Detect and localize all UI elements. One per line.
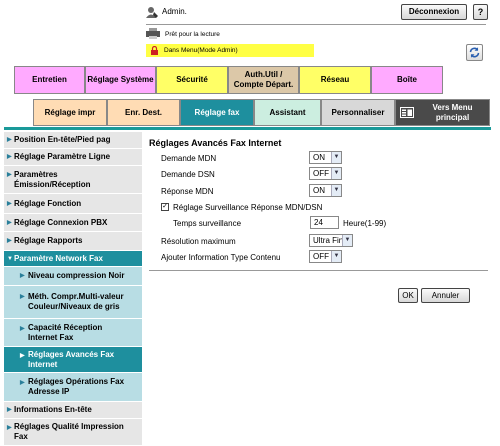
mdn-request-label: Demande MDN	[161, 154, 217, 163]
admin-mode-text: Dans Menu(Mode Admin)	[164, 47, 238, 54]
sidebar-item-function[interactable]: ▶ Réglage Fonction	[4, 194, 142, 214]
tab-main-menu[interactable]: Vers Menu principal	[395, 99, 490, 126]
tab-security[interactable]: Sécurité	[156, 66, 228, 94]
logout-button[interactable]: Déconnexion	[401, 4, 467, 20]
sidebar-subitem-multivalue[interactable]: ▶ Méth. Compr.Multi-valeur Couleur/Niveau…	[4, 286, 142, 319]
admin-mode-banner: Dans Menu(Mode Admin)	[146, 44, 314, 57]
arrow-right-icon: ▶	[7, 425, 12, 431]
tab-customize[interactable]: Personnaliser	[321, 99, 395, 126]
tab-store-address[interactable]: Enr. Dest.	[107, 99, 180, 126]
header-divider	[146, 24, 486, 25]
chevron-down-icon: ▼	[331, 251, 341, 262]
resolution-select[interactable]: Ultra Fin ▼	[309, 234, 353, 247]
sidebar-item-reports[interactable]: ▶ Réglage Rapports	[4, 232, 142, 251]
sidebar-subitem-rx-capacity[interactable]: ▶ Capacité Réception Internet Fax	[4, 319, 142, 347]
sidebar-subitem-compression[interactable]: ▶ Niveau compression Noir	[4, 267, 142, 286]
printer-icon	[146, 28, 160, 39]
status-text: Prêt pour la lecture	[165, 31, 220, 38]
tab-network[interactable]: Réseau	[299, 66, 371, 94]
mdn-request-select[interactable]: ON ▼	[309, 151, 342, 164]
arrow-right-icon: ▶	[7, 137, 12, 143]
menu-icon	[400, 107, 414, 118]
arrow-right-icon: ▶	[20, 380, 25, 386]
admin-user-icon	[146, 7, 158, 18]
sidebar-item-header-footer[interactable]: ▶ Position En-tête/Pied pag	[4, 132, 142, 149]
mdn-response-label: Réponse MDN	[161, 187, 214, 196]
timeout-label: Temps surveillance	[173, 219, 242, 228]
content-type-label: Ajouter Information Type Contenu	[161, 253, 281, 262]
chevron-down-icon: ▼	[331, 185, 341, 196]
sidebar-subitem-advanced[interactable]: ▶ Réglages Avancés Fax Internet	[4, 347, 142, 373]
chevron-down-icon: ▼	[331, 152, 341, 163]
timeout-input[interactable]: 24	[310, 216, 339, 229]
arrow-right-icon: ▶	[7, 238, 12, 244]
arrow-right-icon: ▶	[7, 407, 12, 413]
arrow-down-icon: ▼	[7, 255, 13, 262]
timeout-unit: Heure(1-99)	[343, 219, 387, 228]
sidebar-item-line-settings[interactable]: ▶ Réglage Paramètre Ligne	[4, 149, 142, 166]
sidebar-item-print-quality[interactable]: ▶ Réglages Qualité Impression Fax	[4, 419, 142, 446]
chevron-down-icon: ▼	[331, 168, 341, 179]
arrow-right-icon: ▶	[20, 273, 25, 279]
lock-icon	[151, 46, 158, 55]
sidebar-item-tx-rx[interactable]: ▶ Paramètres Émission/Réception	[4, 166, 142, 194]
tab-wizard[interactable]: Assistant	[254, 99, 321, 126]
tab-underline	[4, 127, 491, 130]
content-type-select[interactable]: OFF ▼	[309, 250, 342, 263]
monitoring-label: Réglage Surveillance Réponse MDN/DSN	[173, 203, 323, 212]
tab-user-auth[interactable]: Auth.Util / Compte Départ.	[228, 66, 299, 94]
sidebar: ▶ Position En-tête/Pied pag ▶ Réglage Para…	[4, 132, 142, 446]
content-divider	[149, 270, 488, 271]
dsn-request-select[interactable]: OFF ▼	[309, 167, 342, 180]
dsn-request-label: Demande DSN	[161, 170, 215, 179]
ok-button[interactable]: OK	[398, 288, 418, 303]
mdn-response-select[interactable]: ON ▼	[309, 184, 342, 197]
monitoring-checkbox[interactable]: ✓	[161, 203, 169, 211]
sidebar-item-network-fax[interactable]: ▼ Paramètre Network Fax	[4, 251, 142, 267]
arrow-right-icon: ▶	[20, 353, 25, 359]
sidebar-subitem-ip-fax[interactable]: ▶ Réglages Opérations Fax Adresse IP	[4, 373, 142, 402]
refresh-icon	[469, 47, 480, 58]
page-title: Réglages Avancés Fax Internet	[149, 138, 282, 148]
arrow-right-icon: ▶	[20, 326, 25, 332]
chevron-down-icon: ▼	[342, 235, 352, 246]
resolution-label: Résolution maximum	[161, 237, 236, 246]
arrow-right-icon: ▶	[7, 154, 12, 160]
tab-fax-settings[interactable]: Réglage fax	[180, 99, 254, 126]
cancel-button[interactable]: Annuler	[421, 288, 470, 303]
help-button[interactable]: ?	[473, 4, 488, 20]
arrow-right-icon: ▶	[7, 219, 12, 226]
arrow-right-icon: ▶	[20, 294, 25, 300]
refresh-button[interactable]	[466, 44, 483, 61]
admin-label: Admin.	[162, 7, 187, 16]
tab-system-settings[interactable]: Réglage Système	[85, 66, 156, 94]
arrow-right-icon: ▶	[7, 172, 12, 178]
tab-maintenance[interactable]: Entretien	[14, 66, 85, 94]
tab-print-settings[interactable]: Réglage impr	[33, 99, 107, 126]
tab-box[interactable]: Boîte	[371, 66, 443, 94]
sidebar-item-pbx[interactable]: ▶ Réglage Connexion PBX	[4, 214, 142, 232]
sidebar-item-header-info[interactable]: ▶ Informations En-tête	[4, 402, 142, 419]
arrow-right-icon: ▶	[7, 200, 12, 207]
